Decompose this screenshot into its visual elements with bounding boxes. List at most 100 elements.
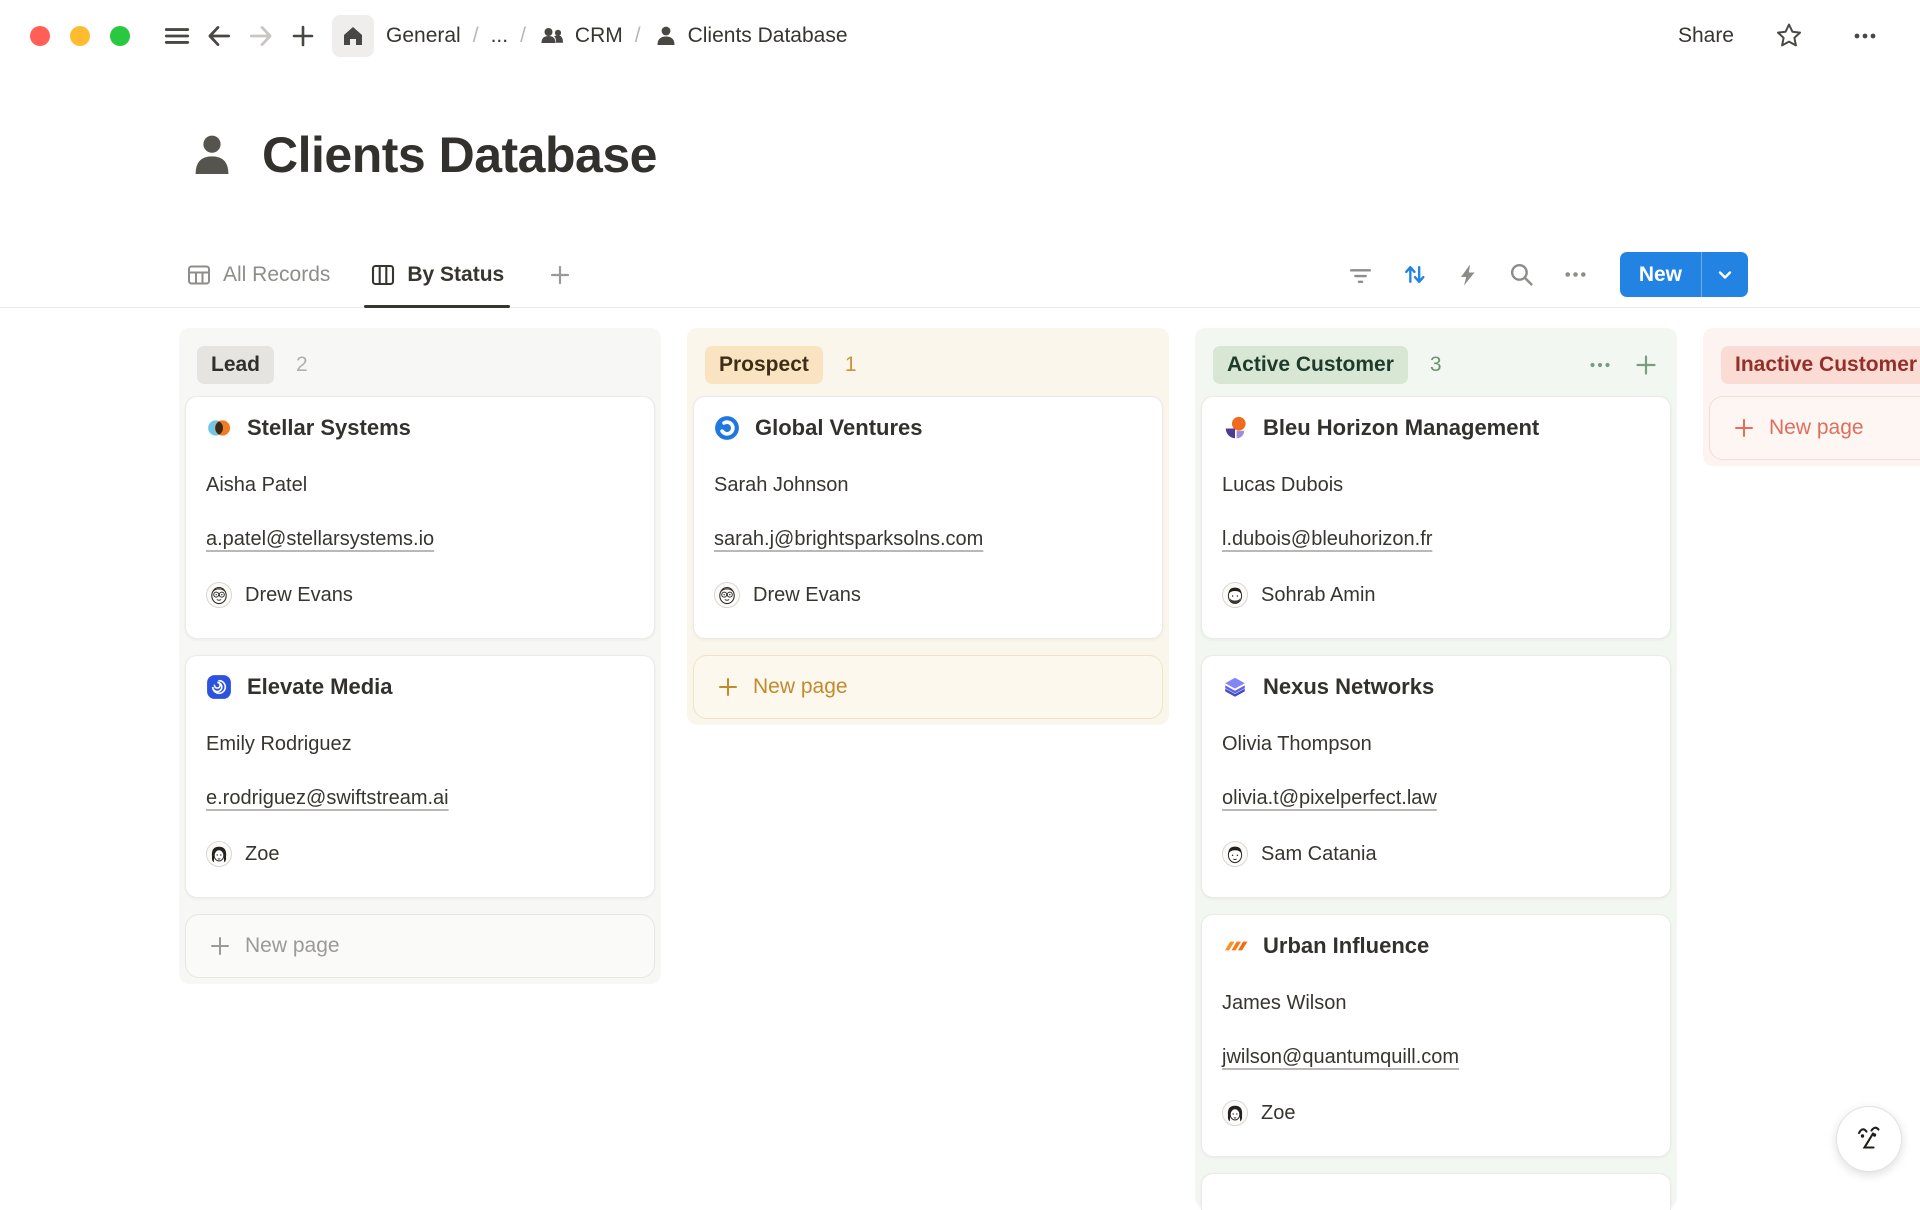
more-icon	[1562, 261, 1589, 288]
contact-name: Olivia Thompson	[1222, 733, 1650, 756]
new-page-button-prospect[interactable]: New page	[693, 655, 1163, 719]
column-active-count: 3	[1430, 353, 1442, 377]
new-record-dropdown[interactable]	[1702, 252, 1748, 297]
back-button[interactable]	[198, 15, 240, 57]
drew-evans-avatar	[714, 582, 740, 608]
page-person-icon[interactable]	[186, 129, 238, 181]
favorite-button[interactable]	[1768, 15, 1810, 57]
automation-button[interactable]	[1455, 262, 1481, 288]
column-actions	[1587, 352, 1659, 378]
status-pill-prospect[interactable]: Prospect	[705, 346, 823, 384]
zoe-avatar	[1222, 1100, 1248, 1126]
breadcrumb-crm-label: CRM	[575, 24, 623, 48]
card-bleu-horizon[interactable]: Bleu Horizon Management Lucas Dubois l.d…	[1201, 396, 1671, 639]
kanban-board: Lead 2 Stellar Systems Aisha Patel a.pat…	[179, 328, 1920, 1208]
card-partially-visible[interactable]	[1201, 1173, 1671, 1210]
contact-email[interactable]: a.patel@stellarsystems.io	[206, 528, 434, 551]
filter-icon	[1347, 261, 1374, 288]
add-view-button[interactable]	[548, 263, 572, 287]
owner-row: Drew Evans	[206, 582, 634, 608]
filter-button[interactable]	[1347, 261, 1374, 288]
people-icon	[538, 22, 566, 50]
titlebar: General / ... / CRM / Clients Database S…	[0, 0, 1920, 72]
owner-row: Sam Catania	[1222, 841, 1650, 867]
tab-all-records[interactable]: All Records	[186, 242, 330, 307]
card-nexus-networks[interactable]: Nexus Networks Olivia Thompson olivia.t@…	[1201, 655, 1671, 898]
column-active-header: Active Customer 3	[1201, 334, 1671, 396]
more-icon	[1587, 352, 1613, 378]
owner-name: Drew Evans	[753, 584, 861, 607]
card-stellar-systems[interactable]: Stellar Systems Aisha Patel a.patel@stel…	[185, 396, 655, 639]
card-urban-influence[interactable]: Urban Influence James Wilson jwilson@qua…	[1201, 914, 1671, 1157]
contact-name: Lucas Dubois	[1222, 474, 1650, 497]
breadcrumb-clients-database[interactable]: Clients Database	[653, 23, 848, 49]
column-inactive-customer: Inactive Customer New page	[1703, 328, 1920, 466]
contact-name: Sarah Johnson	[714, 474, 1142, 497]
view-toolbar: New	[1347, 252, 1920, 297]
titlebar-actions: Share	[1678, 15, 1886, 57]
home-breadcrumb-button[interactable]	[332, 15, 374, 57]
sidebar-menu-button[interactable]	[156, 15, 198, 57]
contact-email[interactable]: e.rodriguez@swiftstream.ai	[206, 787, 449, 810]
contact-email[interactable]: olivia.t@pixelperfect.law	[1222, 787, 1437, 810]
view-tabs: All Records By Status	[186, 242, 572, 307]
plus-icon	[1732, 416, 1756, 440]
card-global-ventures[interactable]: Global Ventures Sarah Johnson sarah.j@br…	[693, 396, 1163, 639]
status-pill-inactive-customer[interactable]: Inactive Customer	[1721, 346, 1920, 384]
owner-name: Zoe	[1261, 1102, 1295, 1125]
column-add-card-button[interactable]	[1633, 352, 1659, 378]
column-prospect-count: 1	[845, 353, 857, 377]
tab-by-status[interactable]: By Status	[370, 242, 504, 307]
forward-button[interactable]	[240, 15, 282, 57]
person-icon	[653, 23, 679, 49]
column-more-button[interactable]	[1587, 352, 1613, 378]
company-name: Urban Influence	[1263, 933, 1429, 959]
new-page-label: New page	[1769, 416, 1864, 440]
new-tab-button[interactable]	[282, 15, 324, 57]
contact-name: Aisha Patel	[206, 474, 634, 497]
new-page-button-inactive[interactable]: New page	[1709, 396, 1920, 460]
zoom-window-button[interactable]	[110, 26, 130, 46]
tab-all-records-label: All Records	[223, 263, 330, 287]
notion-ai-button[interactable]	[1836, 1106, 1902, 1172]
more-options-button[interactable]	[1844, 15, 1886, 57]
contact-email[interactable]: l.dubois@bleuhorizon.fr	[1222, 528, 1432, 551]
share-button[interactable]: Share	[1678, 24, 1734, 48]
elevate-media-logo	[206, 674, 232, 700]
minimize-window-button[interactable]	[70, 26, 90, 46]
card-elevate-media[interactable]: Elevate Media Emily Rodriguez e.rodrigue…	[185, 655, 655, 898]
more-icon	[1850, 21, 1880, 51]
forward-arrow-icon	[246, 21, 276, 51]
breadcrumb-separator: /	[520, 24, 526, 48]
search-button[interactable]	[1508, 261, 1535, 288]
page-title: Clients Database	[262, 126, 657, 184]
zoe-avatar	[206, 841, 232, 867]
contact-email[interactable]: jwilson@quantumquill.com	[1222, 1046, 1459, 1069]
owner-row: Sohrab Amin	[1222, 582, 1650, 608]
column-active-customer: Active Customer 3	[1195, 328, 1677, 1208]
new-page-label: New page	[245, 934, 340, 958]
plus-icon	[716, 675, 740, 699]
owner-name: Drew Evans	[245, 584, 353, 607]
hamburger-icon	[162, 21, 192, 51]
owner-row: Zoe	[206, 841, 634, 867]
company-name: Nexus Networks	[1263, 674, 1434, 700]
owner-row: Drew Evans	[714, 582, 1142, 608]
new-page-button-lead[interactable]: New page	[185, 914, 655, 978]
breadcrumb-ellipsis[interactable]: ...	[491, 24, 509, 48]
contact-email[interactable]: sarah.j@brightsparksolns.com	[714, 528, 983, 551]
contact-name: Emily Rodriguez	[206, 733, 634, 756]
close-window-button[interactable]	[30, 26, 50, 46]
drew-evans-avatar	[206, 582, 232, 608]
sohrab-amin-avatar	[1222, 582, 1248, 608]
owner-name: Sam Catania	[1261, 843, 1377, 866]
column-prospect-header: Prospect 1	[693, 334, 1163, 396]
breadcrumb-general[interactable]: General	[386, 24, 461, 48]
company-name: Global Ventures	[755, 415, 923, 441]
status-pill-active-customer[interactable]: Active Customer	[1213, 346, 1408, 384]
view-more-button[interactable]	[1562, 261, 1589, 288]
sort-button[interactable]	[1401, 261, 1428, 288]
breadcrumb-crm[interactable]: CRM	[538, 22, 623, 50]
new-record-button[interactable]: New	[1620, 252, 1748, 297]
status-pill-lead[interactable]: Lead	[197, 346, 274, 384]
